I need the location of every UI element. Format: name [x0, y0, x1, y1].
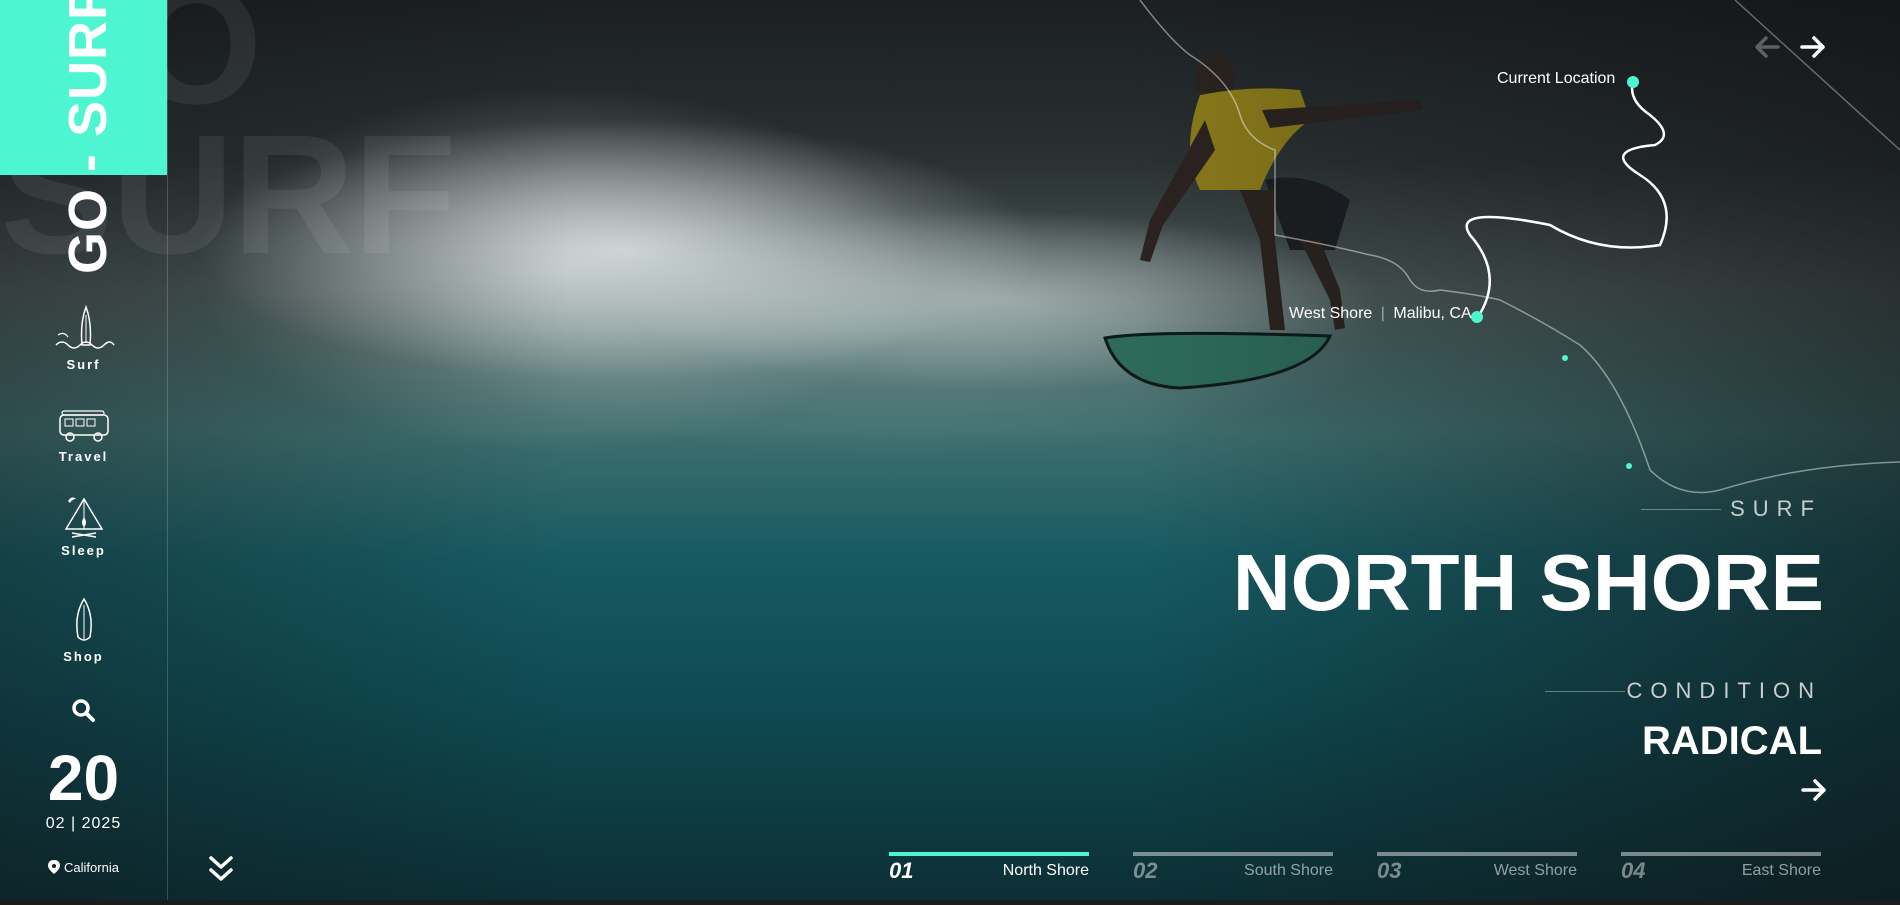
- nav-item-shop[interactable]: Shop: [0, 597, 167, 664]
- condition-details-button[interactable]: [1801, 779, 1827, 806]
- spot-category: SURF: [1730, 496, 1822, 521]
- tab-label: North Shore: [1002, 862, 1089, 879]
- spot-location-dot: [1471, 311, 1483, 323]
- tab-number: 02: [1133, 858, 1158, 883]
- tab-number: 04: [1621, 858, 1646, 883]
- search-icon: [72, 699, 95, 722]
- top-right-diagonal-line: [1734, 0, 1900, 151]
- category-divider: [1641, 509, 1721, 510]
- tab-label: East Shore: [1741, 862, 1821, 879]
- current-location-dot: [1627, 76, 1639, 88]
- current-location-label: Current Location: [1497, 70, 1616, 87]
- tab-number: 01: [889, 858, 914, 883]
- location-label[interactable]: California: [0, 860, 167, 875]
- tab-east-shore[interactable]: 04 East Shore: [1621, 852, 1821, 892]
- tent-campfire-icon: [64, 497, 103, 538]
- logo-text: GO - SURF: [58, 0, 118, 274]
- nav-label-surf: Surf: [66, 357, 101, 372]
- route-path: [1465, 81, 1668, 318]
- next-button[interactable]: [1800, 36, 1826, 63]
- van-icon: [58, 410, 109, 442]
- location-text: California: [64, 860, 119, 875]
- condition-value: RADICAL: [1642, 719, 1822, 763]
- condition-label: CONDITION: [1626, 678, 1822, 703]
- nav-item-sleep[interactable]: Sleep: [0, 493, 167, 558]
- nav-label-shop: Shop: [63, 649, 104, 664]
- arrow-right-icon: [1800, 36, 1825, 58]
- spot-place: Malibu, CA: [1393, 305, 1472, 322]
- nav-label-travel: Travel: [58, 449, 109, 464]
- tab-progress-bar: [1377, 852, 1577, 856]
- minor-map-dot: [1626, 463, 1632, 469]
- scroll-down-button[interactable]: [208, 855, 234, 888]
- spot-location-label: West Shore | Malibu, CA: [1289, 305, 1472, 323]
- date-month-year: 02 | 2025: [45, 815, 122, 832]
- tab-progress-bar: [1133, 852, 1333, 856]
- arrow-left-icon: [1755, 36, 1780, 58]
- tab-label: South Shore: [1244, 862, 1333, 879]
- tab-west-shore[interactable]: 03 West Shore: [1377, 852, 1577, 892]
- spot-title: NORTH SHORE: [1232, 538, 1824, 627]
- tab-north-shore[interactable]: 01 North Shore: [889, 852, 1089, 892]
- nav-item-surf[interactable]: Surf: [0, 305, 167, 372]
- label-divider: |: [1380, 305, 1385, 322]
- condition-divider: [1545, 691, 1625, 692]
- arrow-right-icon: [1801, 779, 1826, 801]
- tab-south-shore[interactable]: 02 South Shore: [1133, 852, 1333, 892]
- search-button[interactable]: [70, 697, 96, 728]
- spot-name: West Shore: [1289, 305, 1373, 322]
- location-pin-icon: [48, 860, 61, 874]
- route-map: [1139, 0, 1900, 494]
- date-day: 20: [47, 742, 120, 814]
- surfboard-icon: [75, 597, 92, 641]
- nav-item-travel[interactable]: Travel: [0, 405, 167, 464]
- surfboard-wave-icon: [54, 305, 115, 349]
- tab-progress-bar: [889, 852, 1089, 856]
- previous-button[interactable]: [1754, 36, 1780, 63]
- tab-progress-bar: [1621, 852, 1821, 856]
- tab-label: West Shore: [1493, 862, 1577, 879]
- tab-number: 03: [1377, 858, 1402, 883]
- double-chevron-down-icon: [209, 856, 233, 881]
- minor-map-dot: [1562, 355, 1568, 361]
- nav-label-sleep: Sleep: [61, 543, 106, 558]
